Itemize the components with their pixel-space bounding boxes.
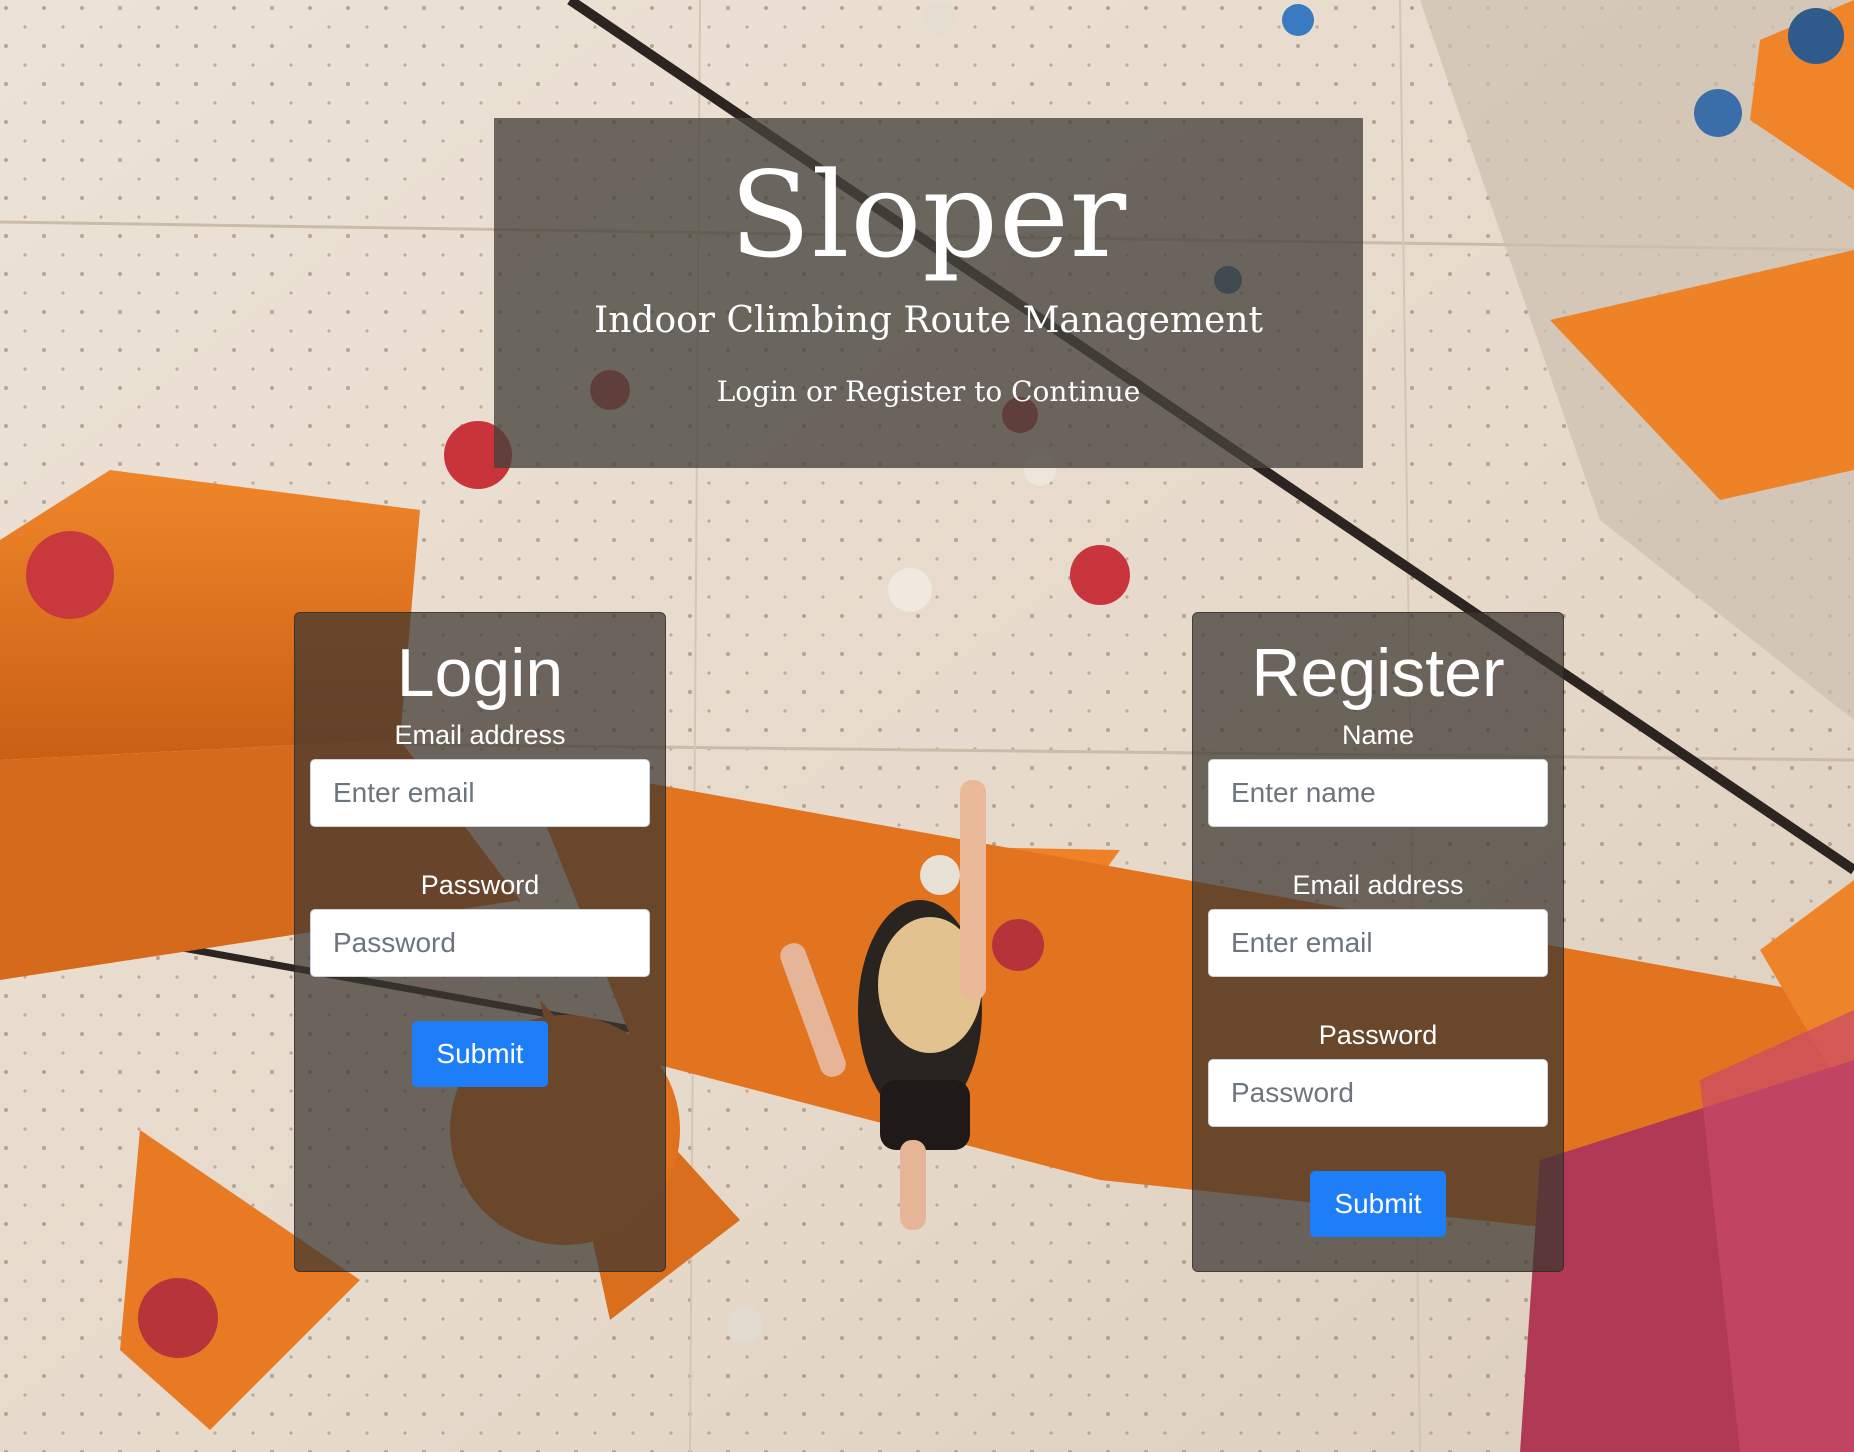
register-name-input[interactable] [1208, 759, 1548, 827]
login-submit-button[interactable]: Submit [412, 1021, 548, 1087]
register-password-group: Password [1193, 1019, 1563, 1127]
login-title: Login [396, 635, 564, 711]
register-email-input[interactable] [1208, 909, 1548, 977]
app-subtitle: Indoor Climbing Route Management [594, 300, 1263, 341]
login-form: Login Email address Password Submit [294, 612, 666, 1272]
register-email-label: Email address [1292, 870, 1464, 900]
app-title: Sloper [729, 146, 1128, 284]
login-page: Sloper Indoor Climbing Route Management … [0, 0, 1854, 1452]
register-email-group: Email address [1193, 869, 1563, 977]
login-email-group: Email address [295, 719, 665, 827]
register-password-input[interactable] [1208, 1059, 1548, 1127]
hero-banner: Sloper Indoor Climbing Route Management … [494, 118, 1363, 468]
register-form: Register Name Email address Password Sub… [1192, 612, 1564, 1272]
register-name-group: Name [1193, 719, 1563, 827]
register-submit-button[interactable]: Submit [1310, 1171, 1446, 1237]
register-title: Register [1251, 635, 1505, 711]
login-email-label: Email address [394, 720, 566, 750]
login-password-input[interactable] [310, 909, 650, 977]
login-register-prompt: Login or Register to Continue [716, 375, 1141, 408]
register-name-label: Name [1341, 720, 1415, 750]
login-password-label: Password [420, 870, 540, 900]
login-email-input[interactable] [310, 759, 650, 827]
login-password-group: Password [295, 869, 665, 977]
register-password-label: Password [1318, 1020, 1438, 1050]
